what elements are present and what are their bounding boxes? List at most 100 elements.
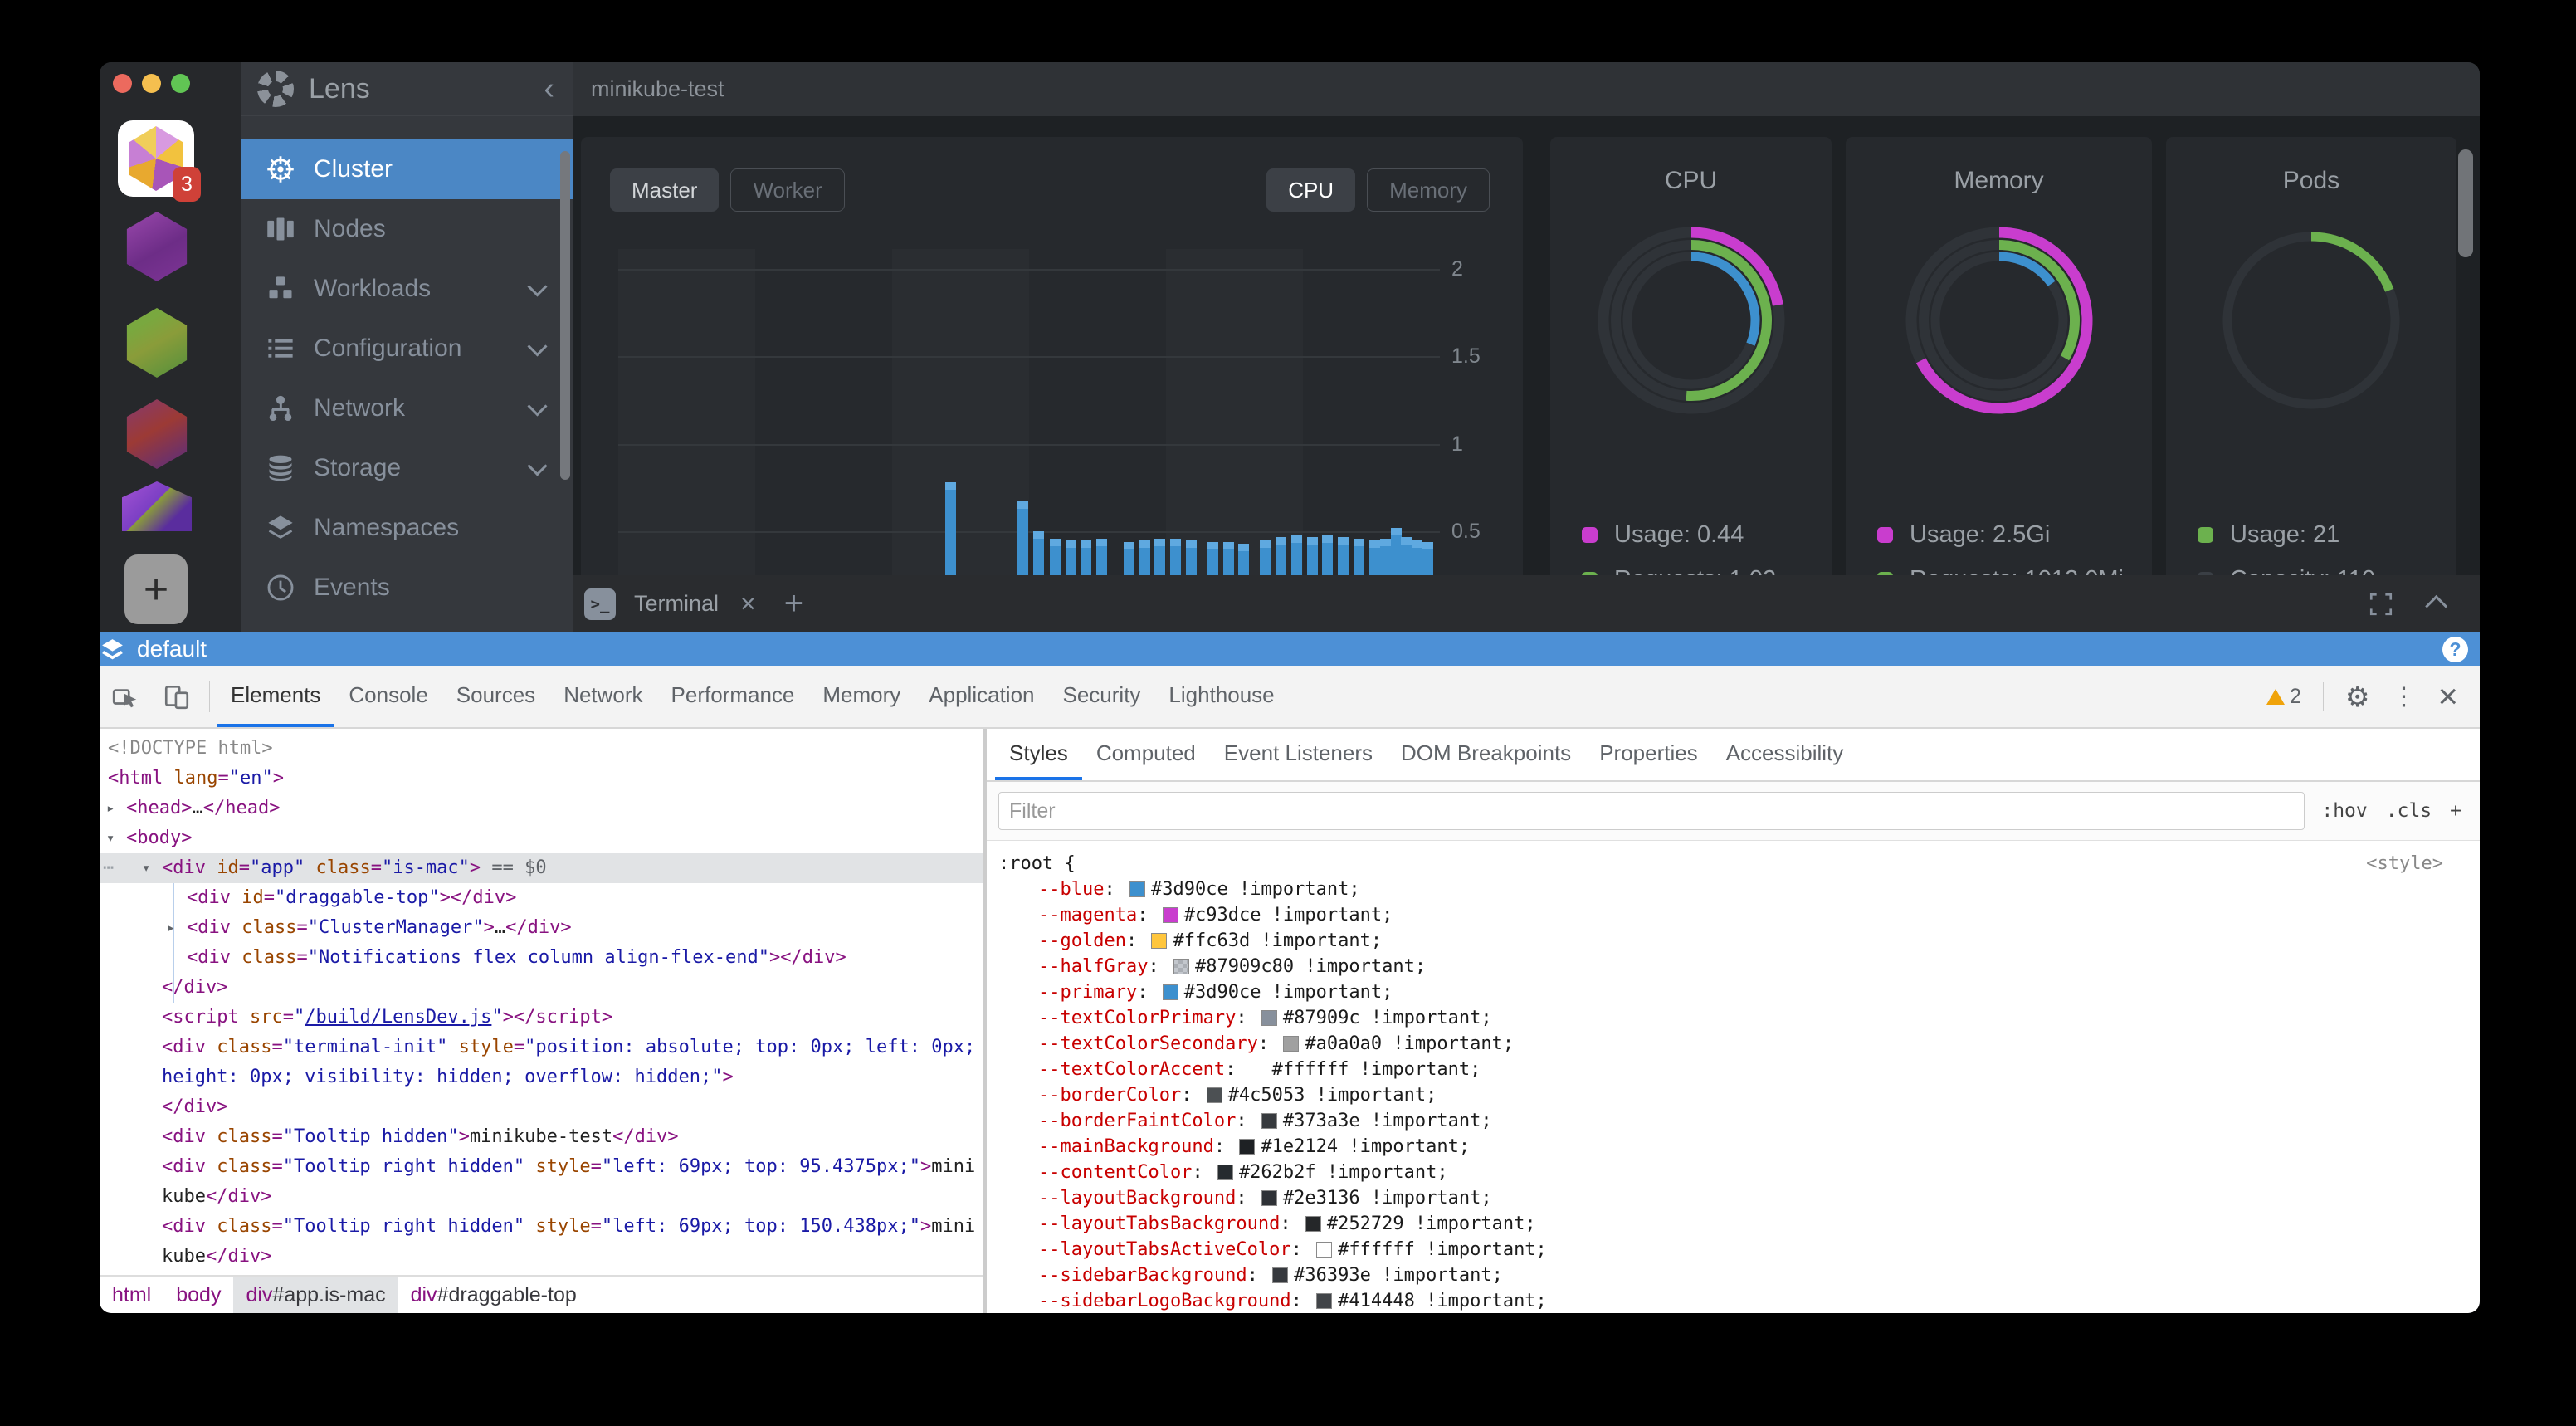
- color-swatch[interactable]: [1251, 1062, 1266, 1077]
- tab-sources[interactable]: Sources: [442, 666, 549, 727]
- sidebar-item-nodes[interactable]: Nodes: [241, 199, 573, 259]
- expand-fullscreen-icon[interactable]: [2368, 591, 2394, 618]
- devtools-close-icon[interactable]: ×: [2437, 679, 2458, 714]
- css-var-row[interactable]: --magenta: #c93dce !important;: [998, 902, 2480, 928]
- workspace-item[interactable]: [122, 212, 192, 281]
- sidebar-item-configuration[interactable]: Configuration: [241, 319, 573, 378]
- workspace-item[interactable]: [122, 399, 192, 469]
- color-swatch[interactable]: [1272, 1267, 1288, 1283]
- code-line[interactable]: </div>: [100, 973, 983, 1003]
- color-swatch[interactable]: [1239, 1139, 1255, 1155]
- styles-filter-input[interactable]: [998, 792, 2305, 830]
- code-line[interactable]: <div class="Tooltip hidden">minikube-tes…: [100, 1122, 983, 1152]
- sidebar-item-cluster[interactable]: Cluster: [241, 139, 573, 199]
- code-line[interactable]: <div class="Notifications flex column al…: [100, 943, 983, 973]
- terminal-close-icon[interactable]: ×: [740, 588, 756, 619]
- tab-application[interactable]: Application: [915, 666, 1048, 727]
- sidebar-item-network[interactable]: Network: [241, 378, 573, 438]
- console-warnings-badge[interactable]: 2: [2266, 685, 2301, 709]
- workspace-item[interactable]: [122, 481, 192, 531]
- color-swatch[interactable]: [1151, 933, 1167, 949]
- active-namespace-label[interactable]: default: [137, 636, 207, 662]
- expand-arrow-down-icon[interactable]: ▾: [106, 823, 115, 853]
- color-swatch[interactable]: [1163, 984, 1178, 1000]
- add-workspace-button[interactable]: +: [124, 554, 188, 624]
- workspace-item[interactable]: [122, 308, 192, 378]
- tab-network[interactable]: Network: [549, 666, 656, 727]
- minimize-window-button[interactable]: [142, 74, 161, 93]
- zoom-window-button[interactable]: [171, 74, 190, 93]
- metric-tab-cpu[interactable]: CPU: [1266, 168, 1355, 212]
- help-icon[interactable]: ?: [2442, 637, 2468, 662]
- color-swatch[interactable]: [1261, 1113, 1277, 1129]
- code-line[interactable]: ▸<div class="ClusterManager">…</div>: [100, 913, 983, 943]
- color-swatch[interactable]: [1316, 1293, 1332, 1309]
- device-toolbar-icon[interactable]: [151, 666, 202, 727]
- color-swatch[interactable]: [1217, 1165, 1233, 1180]
- code-line[interactable]: <div class="Tooltip right hidden" style=…: [100, 1152, 983, 1212]
- css-var-row[interactable]: --textColorPrimary: #87909c !important;: [998, 1005, 2480, 1031]
- code-line[interactable]: <div class="terminal-init" style="positi…: [100, 1033, 983, 1092]
- sidebar-scrollbar[interactable]: [560, 151, 570, 480]
- more-options-kebab-icon[interactable]: ⋮: [2391, 682, 2416, 711]
- sidebar-item-workloads[interactable]: Workloads: [241, 259, 573, 319]
- code-line[interactable]: ▸<head>…</head>: [100, 794, 983, 823]
- tab-security[interactable]: Security: [1049, 666, 1155, 727]
- color-swatch[interactable]: [1129, 881, 1145, 897]
- code-line[interactable]: <div class="Tooltip right hidden" style=…: [100, 1272, 983, 1275]
- rule-source-link[interactable]: <style>: [2366, 851, 2443, 877]
- code-line[interactable]: </div>: [100, 1092, 983, 1122]
- breadcrumb-item[interactable]: div#app.is-mac: [233, 1277, 398, 1313]
- settings-gear-icon[interactable]: ⚙: [2345, 681, 2370, 713]
- code-line[interactable]: ▾<body>: [100, 823, 983, 853]
- tab-console[interactable]: Console: [334, 666, 442, 727]
- css-var-row[interactable]: --mainBackground: #1e2124 !important;: [998, 1134, 2480, 1160]
- code-line[interactable]: ⋯▾<div id="app" class="is-mac"> == $0: [100, 853, 983, 883]
- styles-tab-event-listeners[interactable]: Event Listeners: [1210, 729, 1387, 780]
- toggle-element-state-button[interactable]: :hov: [2321, 800, 2367, 822]
- css-var-row[interactable]: --contentColor: #262b2f !important;: [998, 1160, 2480, 1185]
- tab-memory[interactable]: Memory: [808, 666, 915, 727]
- expand-arrow-down-icon[interactable]: ▾: [142, 853, 150, 883]
- color-swatch[interactable]: [1173, 959, 1189, 974]
- css-var-row[interactable]: --golden: #ffc63d !important;: [998, 928, 2480, 954]
- styles-tab-styles[interactable]: Styles: [995, 729, 1082, 780]
- terminal-tab[interactable]: Terminal: [634, 591, 719, 617]
- code-line[interactable]: <div class="Tooltip right hidden" style=…: [100, 1212, 983, 1272]
- sidebar-collapse-icon[interactable]: ‹: [544, 73, 554, 105]
- metric-tab-memory[interactable]: Memory: [1367, 168, 1490, 212]
- inspect-element-icon[interactable]: [100, 666, 151, 727]
- element-classes-button[interactable]: .cls: [2386, 800, 2432, 822]
- node-tab-master[interactable]: Master: [610, 168, 719, 212]
- css-var-row[interactable]: --layoutTabsActiveColor: #ffffff !import…: [998, 1237, 2480, 1262]
- color-swatch[interactable]: [1163, 907, 1178, 923]
- css-var-row[interactable]: --sidebarBackground: #36393e !important;: [998, 1262, 2480, 1288]
- workspace-item-active[interactable]: 3: [118, 120, 194, 197]
- close-window-button[interactable]: [113, 74, 132, 93]
- code-line[interactable]: <html lang="en">: [100, 764, 983, 794]
- rule-selector[interactable]: :root {: [998, 851, 2480, 877]
- tab-elements[interactable]: Elements: [217, 666, 334, 727]
- node-tab-worker[interactable]: Worker: [730, 168, 844, 212]
- css-var-row[interactable]: --primary: #3d90ce !important;: [998, 979, 2480, 1005]
- tab-lighthouse[interactable]: Lighthouse: [1154, 666, 1288, 727]
- content-scrollbar[interactable]: [2458, 149, 2473, 257]
- css-var-row[interactable]: --borderFaintColor: #373a3e !important;: [998, 1108, 2480, 1134]
- expand-arrow-right-icon[interactable]: ▸: [167, 913, 175, 943]
- terminal-icon[interactable]: >_: [584, 588, 616, 620]
- collapse-terminal-icon[interactable]: [2425, 595, 2447, 618]
- sidebar-item-namespaces[interactable]: Namespaces: [241, 498, 573, 558]
- styles-tab-dom-breakpoints[interactable]: DOM Breakpoints: [1387, 729, 1585, 780]
- sidebar-item-storage[interactable]: Storage: [241, 438, 573, 498]
- tab-performance[interactable]: Performance: [657, 666, 809, 727]
- more-actions-ellipsis[interactable]: ⋯: [103, 853, 114, 883]
- color-swatch[interactable]: [1207, 1087, 1222, 1103]
- color-swatch[interactable]: [1305, 1216, 1321, 1232]
- css-var-row[interactable]: --textColorSecondary: #a0a0a0 !important…: [998, 1031, 2480, 1057]
- code-line[interactable]: <!DOCTYPE html>: [100, 734, 983, 764]
- breadcrumb-item[interactable]: body: [163, 1277, 233, 1313]
- css-var-row[interactable]: --sidebarLogoBackground: #414448 !import…: [998, 1288, 2480, 1313]
- code-line[interactable]: <script src="/build/LensDev.js"></script…: [100, 1003, 983, 1033]
- css-var-row[interactable]: --borderColor: #4c5053 !important;: [998, 1082, 2480, 1108]
- styles-tab-accessibility[interactable]: Accessibility: [1712, 729, 1858, 780]
